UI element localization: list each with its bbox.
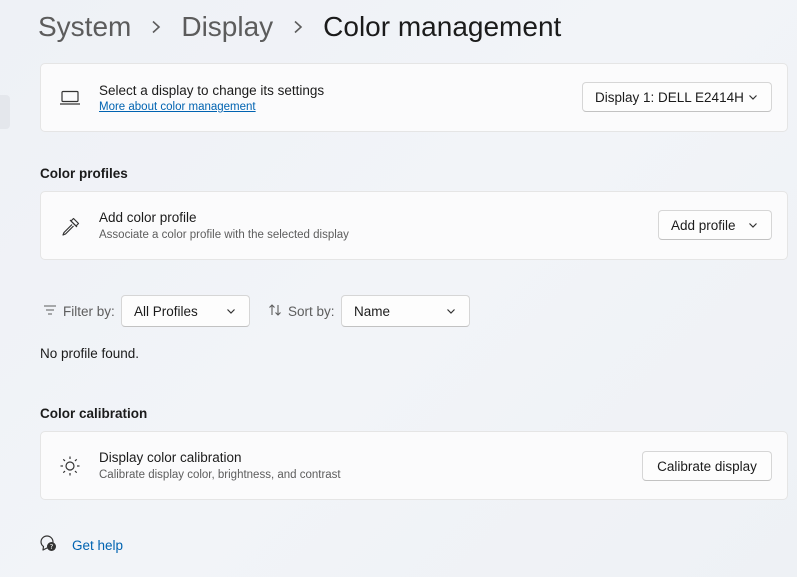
breadcrumb-display[interactable]: Display <box>181 11 273 43</box>
laptop-icon <box>57 85 83 111</box>
sort-dropdown[interactable]: Name <box>341 295 470 327</box>
display-select-card: Select a display to change its settings … <box>40 63 788 132</box>
filter-dropdown[interactable]: All Profiles <box>121 295 250 327</box>
color-profiles-heading: Color profiles <box>40 166 128 181</box>
add-color-profile-card: Add color profile Associate a color prof… <box>40 191 788 260</box>
chevron-right-icon <box>287 20 309 34</box>
add-color-profile-title: Add color profile <box>99 210 197 225</box>
add-profile-button[interactable]: Add profile <box>658 210 772 240</box>
sort-icon <box>268 303 282 320</box>
filter-label: Filter by: <box>63 303 115 319</box>
more-about-color-management-link[interactable]: More about color management <box>99 101 256 113</box>
display-select-title: Select a display to change its settings <box>99 83 325 98</box>
breadcrumb: System Display Color management <box>38 8 561 46</box>
sort-label: Sort by: <box>288 303 335 319</box>
calibrate-display-button[interactable]: Calibrate display <box>642 451 772 481</box>
chevron-down-icon <box>445 305 457 320</box>
chevron-down-icon <box>747 219 759 234</box>
display-calibration-subtitle: Calibrate display color, brightness, and… <box>99 469 341 481</box>
filter-icon <box>43 304 57 319</box>
chevron-right-icon <box>145 20 167 34</box>
no-profile-message: No profile found. <box>40 346 140 361</box>
display-calibration-title: Display color calibration <box>99 450 242 465</box>
sort-dropdown-value: Name <box>354 303 391 319</box>
chevron-down-icon <box>747 91 759 106</box>
eyedropper-icon <box>57 214 83 240</box>
calibrate-display-label: Calibrate display <box>657 458 757 474</box>
sort-label-group: Sort by: <box>268 295 335 327</box>
display-dropdown-value: Display 1: DELL E2414H <box>595 89 744 105</box>
chevron-down-icon <box>225 305 237 320</box>
get-help-label: Get help <box>72 538 124 553</box>
help-chat-icon: ? <box>38 533 58 558</box>
page-title: Color management <box>323 11 562 42</box>
add-color-profile-subtitle: Associate a color profile with the selec… <box>99 229 349 241</box>
add-profile-label: Add profile <box>671 217 736 233</box>
breadcrumb-system[interactable]: System <box>38 11 131 43</box>
nav-pane-edge <box>0 95 10 129</box>
get-help-link[interactable]: ? Get help <box>38 533 123 558</box>
svg-text:?: ? <box>50 543 54 551</box>
display-dropdown[interactable]: Display 1: DELL E2414H <box>582 82 772 112</box>
filter-dropdown-value: All Profiles <box>134 303 198 319</box>
filter-label-group: Filter by: <box>43 295 115 327</box>
color-calibration-heading: Color calibration <box>40 406 148 421</box>
brightness-icon <box>57 453 83 479</box>
display-calibration-card: Display color calibration Calibrate disp… <box>40 431 788 500</box>
